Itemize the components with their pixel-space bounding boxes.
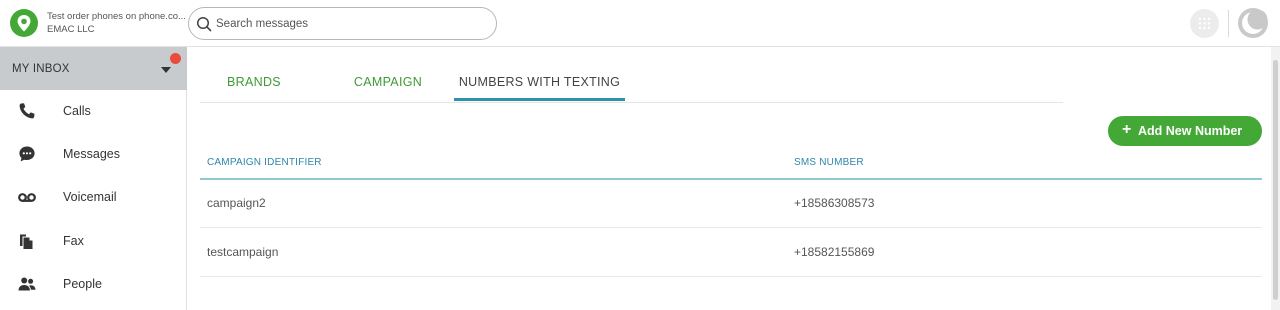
chat-bubble-icon [19, 146, 35, 162]
sidebar-item-messages[interactable]: Messages [0, 134, 187, 174]
inbox-label: MY INBOX [12, 63, 70, 75]
header-divider [1228, 10, 1229, 37]
cell-sms-number: +18582155869 [794, 245, 875, 259]
tab-campaign[interactable]: CAMPAIGN [338, 64, 438, 102]
sidebar-item-label: Calls [63, 104, 91, 118]
account-name[interactable]: Test order phones on phone.co... [47, 11, 185, 22]
cell-campaign-identifier: testcampaign [207, 245, 279, 259]
sidebar-item-label: Fax [63, 234, 84, 248]
search-input[interactable] [216, 14, 486, 34]
plus-icon: + [1122, 121, 1132, 138]
search-icon [196, 16, 212, 32]
people-icon [18, 277, 36, 291]
search-box[interactable] [188, 7, 497, 40]
tab-numbers-with-texting[interactable]: NUMBERS WITH TEXTING [454, 64, 625, 102]
cell-sms-number: +18586308573 [794, 196, 875, 210]
column-header-campaign-identifier[interactable]: CAMPAIGN IDENTIFIER [207, 157, 322, 168]
notification-dot [170, 53, 181, 64]
inbox-selector[interactable]: MY INBOX [0, 47, 187, 90]
sidebar-item-label: People [63, 277, 102, 291]
scrollbar-thumb[interactable] [1273, 60, 1278, 300]
row-divider [200, 276, 1262, 277]
sidebar-item-people[interactable]: People [0, 264, 187, 304]
fax-document-icon [20, 234, 34, 250]
tab-bar: BRANDS CAMPAIGN NUMBERS WITH TEXTING [200, 64, 1063, 103]
sidebar-item-fax[interactable]: Fax [0, 221, 187, 261]
top-header: Test order phones on phone.co... EMAC LL… [0, 0, 1280, 47]
sidebar-item-label: Voicemail [63, 190, 117, 204]
sidebar: MY INBOX Calls Messages Voicemail Fax Pe… [0, 47, 187, 310]
tab-brands[interactable]: BRANDS [200, 64, 308, 102]
add-new-number-label: Add New Number [1138, 124, 1243, 138]
table-header-divider [200, 178, 1262, 180]
moon-icon[interactable] [1238, 8, 1268, 38]
column-header-sms-number[interactable]: SMS NUMBER [794, 157, 864, 168]
voicemail-icon [18, 193, 36, 202]
company-name: EMAC LLC [47, 24, 95, 35]
sidebar-item-label: Messages [63, 147, 120, 161]
add-new-number-button[interactable]: + Add New Number [1108, 116, 1262, 146]
phone-icon [19, 103, 35, 119]
row-divider [200, 227, 1262, 228]
dots-grid-icon[interactable] [1190, 9, 1219, 38]
map-pin-icon[interactable] [10, 9, 38, 37]
active-tab-indicator [454, 98, 625, 101]
sidebar-item-voicemail[interactable]: Voicemail [0, 177, 187, 217]
sidebar-item-calls[interactable]: Calls [0, 91, 187, 131]
cell-campaign-identifier: campaign2 [207, 196, 266, 210]
chevron-down-icon[interactable] [161, 67, 171, 73]
